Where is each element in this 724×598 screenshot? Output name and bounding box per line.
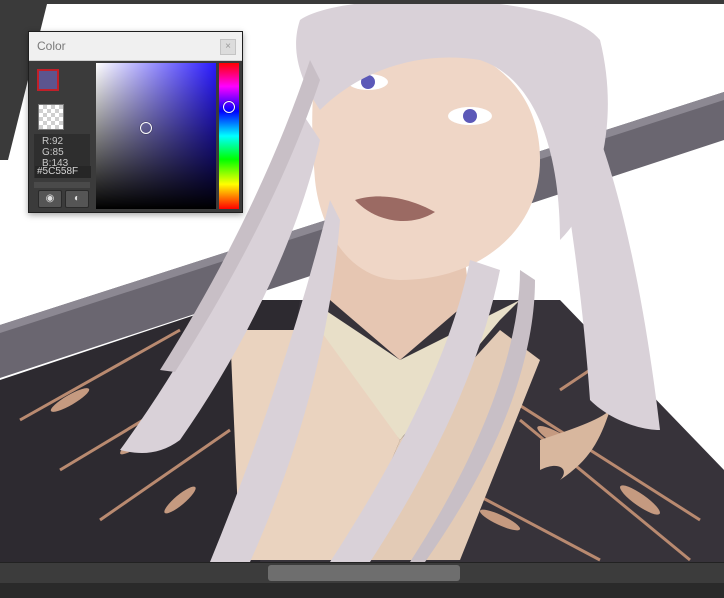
color-picker-cursor[interactable] xyxy=(140,122,152,134)
saturation-value-field[interactable] xyxy=(96,63,216,209)
transparent-color-swatch[interactable] xyxy=(38,104,64,130)
horizontal-scrollbar[interactable] xyxy=(0,562,724,583)
red-value: R:92 xyxy=(42,136,64,147)
color-history-strip xyxy=(34,182,90,188)
status-bar xyxy=(0,583,724,598)
color-panel-title: Color xyxy=(37,39,66,53)
foreground-color-swatch[interactable] xyxy=(37,69,59,91)
hue-slider[interactable] xyxy=(219,63,239,209)
palette-button[interactable]: ◉ xyxy=(38,190,62,208)
palette-swap-button[interactable]: ◐ xyxy=(65,190,89,208)
canvas-top-edge xyxy=(0,0,724,4)
scrollbar-thumb[interactable] xyxy=(268,565,460,581)
color-panel-header[interactable]: Color × xyxy=(29,32,242,61)
palette-swap-icon: ◐ xyxy=(73,193,81,204)
green-value: G:85 xyxy=(42,147,64,158)
hue-slider-cursor[interactable] xyxy=(223,101,235,113)
hex-value[interactable]: #5C558F xyxy=(35,166,91,178)
right-eye xyxy=(463,109,477,123)
close-icon[interactable]: × xyxy=(220,39,236,55)
palette-icon: ◉ xyxy=(45,193,55,204)
color-panel[interactable]: Color × R:92 G:85 B:143 #5C558F ◉ ◐ xyxy=(28,31,243,213)
